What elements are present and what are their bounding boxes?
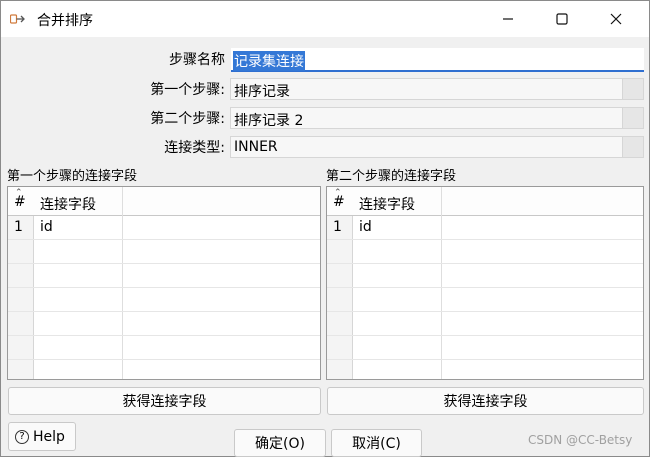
join-type-select[interactable]: INNER (230, 136, 644, 158)
minimize-button[interactable] (485, 1, 531, 37)
close-icon (610, 13, 622, 25)
column-header-join-field[interactable]: 连接字段 (359, 194, 415, 214)
left-join-fields-table[interactable]: ⌃ # 连接字段 1 id (7, 186, 321, 380)
column-header-hash[interactable]: # (14, 194, 26, 210)
dropdown-icon[interactable] (622, 137, 643, 157)
maximize-icon (556, 13, 568, 25)
help-label: Help (33, 428, 65, 445)
join-type-label: 连接类型: (164, 140, 225, 156)
right-get-join-fields-button[interactable]: 获得连接字段 (327, 387, 644, 415)
second-step-select[interactable]: 排序记录 2 (230, 107, 644, 129)
help-icon: ? (15, 429, 29, 444)
table-header: ⌃ # 连接字段 (8, 187, 320, 216)
close-button[interactable] (593, 1, 639, 37)
left-panel-title: 第一个步骤的连接字段 (7, 169, 138, 184)
merge-join-dialog: 合并排序 步骤名称 记录集连接 第一个步骤: 排序记录 第二个步骤: 排序记录 … (0, 0, 650, 457)
left-get-join-fields-button[interactable]: 获得连接字段 (8, 387, 321, 415)
step-name-input[interactable]: 记录集连接 (231, 48, 644, 72)
merge-join-icon (10, 14, 25, 24)
dropdown-icon[interactable] (622, 108, 643, 128)
first-step-label: 第一个步骤: (150, 82, 225, 98)
dropdown-icon[interactable] (622, 79, 643, 99)
first-step-value: 排序记录 (234, 84, 290, 100)
help-button[interactable]: ? Help (8, 422, 76, 451)
second-step-label: 第二个步骤: (150, 111, 225, 127)
ok-button[interactable]: 确定(O) (234, 429, 326, 457)
watermark: CSDN @CC-Betsy (528, 433, 633, 447)
column-header-join-field[interactable]: 连接字段 (40, 194, 96, 214)
right-panel-title: 第二个步骤的连接字段 (326, 169, 457, 184)
first-step-select[interactable]: 排序记录 (230, 78, 644, 100)
column-header-hash[interactable]: # (333, 194, 345, 210)
row-number: 1 (333, 219, 342, 235)
step-name-value: 记录集连接 (233, 51, 305, 71)
step-name-label: 步骤名称 (169, 52, 225, 68)
window-title: 合并排序 (37, 13, 93, 29)
join-field-cell[interactable]: id (40, 219, 53, 235)
join-field-cell[interactable]: id (359, 219, 372, 235)
title-bar[interactable]: 合并排序 (1, 1, 649, 37)
cancel-button[interactable]: 取消(C) (331, 429, 422, 457)
right-join-fields-table[interactable]: ⌃ # 连接字段 1 id (326, 186, 644, 380)
maximize-button[interactable] (539, 1, 585, 37)
second-step-value: 排序记录 2 (234, 113, 304, 129)
row-number: 1 (14, 219, 23, 235)
minimize-icon (503, 18, 513, 20)
join-type-value: INNER (234, 139, 278, 155)
table-header: ⌃ # 连接字段 (327, 187, 643, 216)
